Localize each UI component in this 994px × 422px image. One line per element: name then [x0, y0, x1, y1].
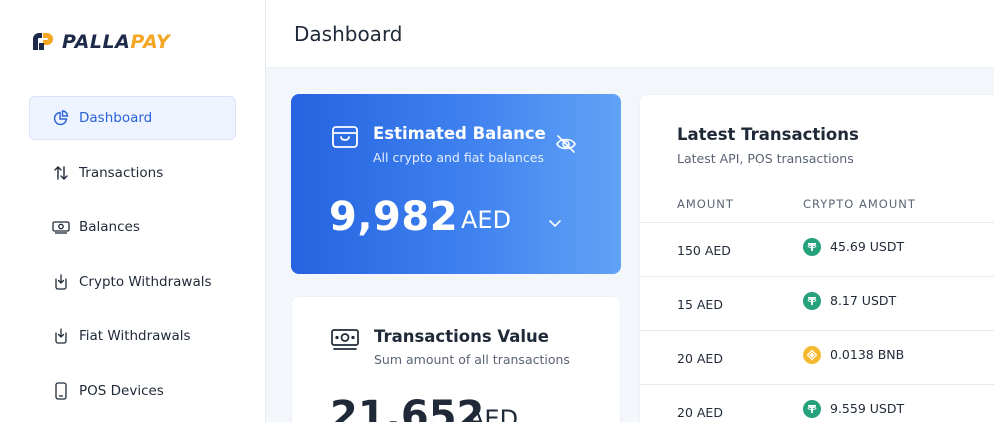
sidebar-item-fiat-withdrawals[interactable]: Fiat Withdrawals: [29, 314, 236, 358]
row-amount: 15 AED: [677, 297, 723, 312]
column-header-amount: AMOUNT: [677, 197, 734, 211]
latest-transactions-title: Latest Transactions: [677, 125, 859, 144]
sidebar-nav: Dashboard Transactions Balances Crypto W…: [29, 96, 236, 422]
transactions-value-card: Transactions Value Sum amount of all tra…: [291, 296, 621, 422]
latest-transactions-subtitle: Latest API, POS transactions: [677, 151, 854, 166]
table-row[interactable]: 15 AED 8.17 USDT: [640, 277, 994, 331]
transactions-value-amount: 21,652: [330, 393, 485, 422]
estimated-balance-card: Estimated Balance All crypto and fiat ba…: [291, 94, 621, 274]
sidebar-item-label: Balances: [79, 219, 140, 235]
balance-amount: 9,982: [329, 194, 459, 240]
pie-chart-icon: [52, 109, 70, 127]
top-bar: Dashboard: [266, 0, 994, 68]
table-row[interactable]: 20 AED 9.559 USDT: [640, 385, 994, 422]
latest-transactions-card: Latest Transactions Latest API, POS tran…: [639, 94, 994, 422]
sidebar-item-transactions[interactable]: Transactions: [29, 151, 236, 195]
table-header: AMOUNT CRYPTO AMOUNT: [640, 191, 994, 223]
sidebar-item-label: Dashboard: [79, 110, 153, 126]
sidebar: PALLAPAY Dashboard Transactions Balances…: [0, 0, 266, 422]
pallapay-logo-icon: [33, 33, 53, 50]
sidebar-item-pos-devices[interactable]: POS Devices: [29, 369, 236, 413]
sidebar-item-label: Transactions: [79, 164, 164, 181]
withdraw-icon: [52, 327, 70, 345]
wallet-icon: [331, 124, 359, 154]
sidebar-item-crypto-withdrawals[interactable]: Crypto Withdrawals: [29, 260, 236, 304]
eye-off-icon[interactable]: [555, 134, 577, 158]
sidebar-item-dashboard[interactable]: Dashboard: [29, 96, 236, 140]
row-crypto-amount: 0.0138 BNB: [830, 347, 905, 362]
cash-icon: [52, 218, 70, 236]
arrows-up-down-icon: [52, 164, 70, 182]
row-crypto-amount: 8.17 USDT: [830, 293, 897, 308]
logo-text-pay: PAY: [130, 31, 171, 53]
row-amount: 20 AED: [677, 405, 723, 420]
usdt-coin-icon: [803, 238, 821, 256]
withdraw-icon: [52, 273, 70, 291]
row-crypto-amount: 9.559 USDT: [830, 401, 905, 416]
balance-currency: AED: [461, 206, 512, 234]
logo-text-palla: PALLA: [62, 31, 131, 53]
usdt-coin-icon: [803, 400, 821, 418]
balance-card-subtitle: All crypto and fiat balances: [373, 150, 544, 165]
chevron-down-icon[interactable]: [547, 214, 563, 233]
row-crypto-amount: 45.69 USDT: [830, 239, 905, 254]
value-card-subtitle: Sum amount of all transactions: [374, 352, 570, 367]
usdt-coin-icon: [803, 292, 821, 310]
balance-card-title: Estimated Balance: [373, 124, 546, 143]
sidebar-item-label: Crypto Withdrawals: [79, 273, 212, 290]
money-icon: [330, 327, 360, 357]
row-amount: 150 AED: [677, 243, 731, 258]
transactions-value-currency: AED: [468, 405, 519, 422]
value-card-title: Transactions Value: [374, 327, 549, 346]
sidebar-item-label: Fiat Withdrawals: [79, 328, 191, 344]
row-amount: 20 AED: [677, 351, 723, 366]
sidebar-item-balances[interactable]: Balances: [29, 205, 236, 249]
page-title: Dashboard: [294, 22, 403, 46]
bnb-coin-icon: [803, 346, 821, 364]
table-row[interactable]: 150 AED 45.69 USDT: [640, 223, 994, 277]
table-row[interactable]: 20 AED 0.0138 BNB: [640, 331, 994, 385]
logo[interactable]: PALLAPAY: [30, 30, 170, 54]
column-header-crypto-amount: CRYPTO AMOUNT: [803, 197, 916, 211]
logo-text: PALLAPAY: [62, 31, 170, 53]
sidebar-item-label: POS Devices: [79, 382, 164, 399]
device-icon: [52, 381, 70, 400]
